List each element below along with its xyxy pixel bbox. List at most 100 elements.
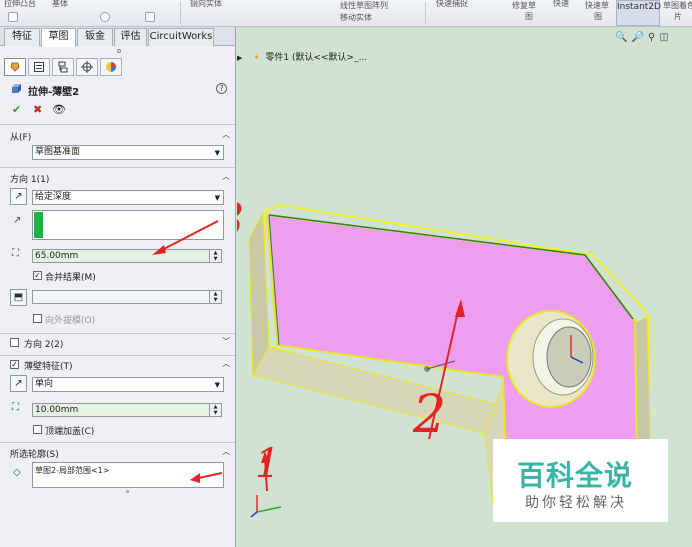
instant2d-label: Instant2D [617, 2, 661, 12]
chevron-up-icon[interactable]: ︿ [222, 171, 230, 182]
configuration-icon [58, 61, 68, 73]
contour-list-item[interactable]: 草图2-局部范围<1> [35, 465, 109, 476]
spin-buttons[interactable]: ▲ ▼ [209, 291, 221, 303]
thin-reverse-direction-button[interactable]: ↗ [10, 375, 27, 392]
active-selection-bar [34, 212, 43, 238]
ribbon-fragment[interactable]: 图 [525, 11, 533, 22]
tab-label: CircuitWorks [149, 31, 213, 42]
detailed-preview-eye-icon[interactable]: 👁 [52, 103, 66, 116]
annotation-number-1: 1 [255, 441, 281, 487]
end-condition-select[interactable]: 给定深度 ▼ [32, 190, 224, 205]
merge-result-checkbox[interactable]: ✓ [33, 271, 42, 280]
direction1-section-title[interactable]: 方向 1(1) [10, 172, 49, 185]
sketch-tool-icon[interactable] [8, 12, 18, 22]
direction2-checkbox[interactable] [10, 338, 19, 347]
command-ribbon: 拉伸凸台 基体 镜向实体 线性草图阵列 移动实体 快速捕捉 修复草 图 快速 快… [0, 0, 692, 27]
annotation-number-2: 2 [413, 385, 447, 445]
panel-splitter-dot[interactable] [117, 49, 121, 53]
configuration-manager-tab[interactable] [52, 58, 74, 76]
feature-tree-icon [10, 62, 20, 72]
merge-result-label: 合并结果(M) [45, 273, 96, 283]
tab-evaluate[interactable]: 评估 [114, 28, 147, 46]
chevron-up-icon[interactable]: ︿ [222, 358, 230, 369]
tab-sheet-metal[interactable]: 钣金 [77, 28, 113, 46]
dropdown-arrow-icon: ▼ [214, 194, 220, 202]
reverse-direction-button[interactable]: ↗ [10, 188, 27, 205]
ribbon-fragment[interactable]: 快速草 [585, 0, 609, 11]
ribbon-fragment[interactable]: 快速 [553, 0, 569, 9]
feature-manager-tab[interactable] [4, 58, 26, 76]
feature-title: 拉伸-薄壁2 [28, 87, 80, 98]
chevron-up-icon[interactable]: ︿ [222, 446, 230, 457]
thickness-icon: ⛶ [12, 402, 19, 413]
color-wheel-icon [106, 62, 116, 72]
selected-contours-listbox[interactable]: 草图2-局部范围<1> [32, 462, 224, 488]
selected-contours-section-title[interactable]: 所选轮廓(S) [10, 447, 59, 460]
start-condition-select[interactable]: 草图基准面 ▼ [32, 145, 224, 160]
tab-features[interactable]: 特征 [4, 28, 40, 46]
cap-ends-checkbox[interactable] [33, 425, 42, 434]
ribbon-fragment[interactable]: 快速捕捉 [436, 0, 468, 9]
command-manager-tabs: 特征 草图 钣金 评估 CircuitWorks [0, 27, 235, 47]
ok-button[interactable]: ✔ [12, 103, 21, 116]
depth-icon: ⛶ [12, 248, 19, 259]
depth-input[interactable]: 65.00mm ▲ ▼ [32, 249, 222, 263]
ribbon-fragment[interactable]: 拉伸凸台 [4, 0, 36, 9]
property-manager-tab[interactable] [28, 58, 50, 76]
spin-buttons[interactable]: ▲ ▼ [209, 250, 221, 262]
draft-outward-checkbox[interactable] [33, 314, 42, 323]
ribbon-separator [425, 2, 426, 24]
thin-feature-section-title[interactable]: 薄壁特征(T) [24, 359, 73, 372]
ribbon-fragment[interactable]: 片 [674, 11, 682, 22]
circle-tool-icon[interactable] [100, 12, 110, 22]
thin-type-select[interactable]: 单向 ▼ [32, 377, 224, 392]
thickness-value: 10.00mm [35, 405, 79, 415]
tab-label: 钣金 [85, 31, 105, 42]
select-value: 给定深度 [35, 192, 72, 202]
section-divider [0, 167, 235, 168]
draft-angle-input[interactable]: ▲ ▼ [32, 290, 222, 304]
select-value: 草图基准面 [35, 147, 81, 157]
ribbon-fragment[interactable]: 移动实体 [340, 12, 372, 23]
section-divider [0, 124, 235, 125]
chevron-down-icon[interactable]: ﹀ [222, 336, 230, 347]
from-section-title[interactable]: 从(F) [10, 130, 31, 143]
draft-outward-label: 向外拔模(O) [45, 316, 96, 326]
section-divider [0, 355, 235, 356]
tab-circuitworks[interactable]: CircuitWorks [148, 28, 214, 46]
ribbon-fragment[interactable]: 线性草图阵列 [340, 0, 388, 11]
site-watermark: 百科全说 助你轻松解决 [493, 439, 668, 522]
property-list-icon [34, 62, 44, 72]
display-manager-tab[interactable] [100, 58, 122, 76]
draft-toggle-button[interactable]: ⬒ [10, 289, 27, 306]
thin-feature-checkbox[interactable]: ✓ [10, 360, 19, 369]
thickness-input[interactable]: 10.00mm ▲ ▼ [32, 403, 222, 417]
direction-vector-listbox[interactable] [32, 210, 224, 240]
tab-sketch[interactable]: 草图 [41, 28, 76, 47]
ribbon-fragment[interactable]: 基体 [52, 0, 68, 9]
ribbon-separator [180, 2, 181, 24]
resize-grip[interactable] [126, 490, 129, 493]
tab-label: 特征 [12, 31, 32, 42]
ribbon-fragment[interactable]: 修复草 [512, 0, 536, 11]
help-icon[interactable]: ? [216, 83, 227, 94]
ribbon-fragment[interactable]: 图 [594, 11, 602, 22]
watermark-sub-text: 助你轻松解决 [525, 495, 627, 511]
line-tool-icon[interactable] [145, 12, 155, 22]
dropdown-arrow-icon: ▼ [214, 149, 220, 157]
instant2d-button[interactable]: Instant2D [616, 0, 661, 26]
dropdown-arrow-icon: ▼ [214, 381, 220, 389]
select-value: 单向 [35, 379, 54, 389]
ribbon-fragment[interactable]: 镜向实体 [190, 0, 222, 9]
direction2-section-title[interactable]: 方向 2(2) [24, 337, 63, 350]
tab-label: 草图 [48, 31, 69, 42]
property-manager-panel: 特征 草图 钣金 评估 CircuitWorks 拉伸-薄壁2 ? ✔ ✖ 👁 … [0, 27, 236, 547]
cancel-button[interactable]: ✖ [33, 103, 42, 116]
section-divider [0, 333, 235, 334]
spin-buttons[interactable]: ▲ ▼ [209, 404, 221, 416]
ribbon-fragment[interactable]: 草图着色 [663, 0, 692, 11]
chevron-up-icon[interactable]: ︿ [222, 129, 230, 140]
dimxpert-manager-tab[interactable] [76, 58, 98, 76]
extrude-feature-icon [12, 84, 21, 93]
direction-vector-icon: ↗ [13, 215, 22, 226]
